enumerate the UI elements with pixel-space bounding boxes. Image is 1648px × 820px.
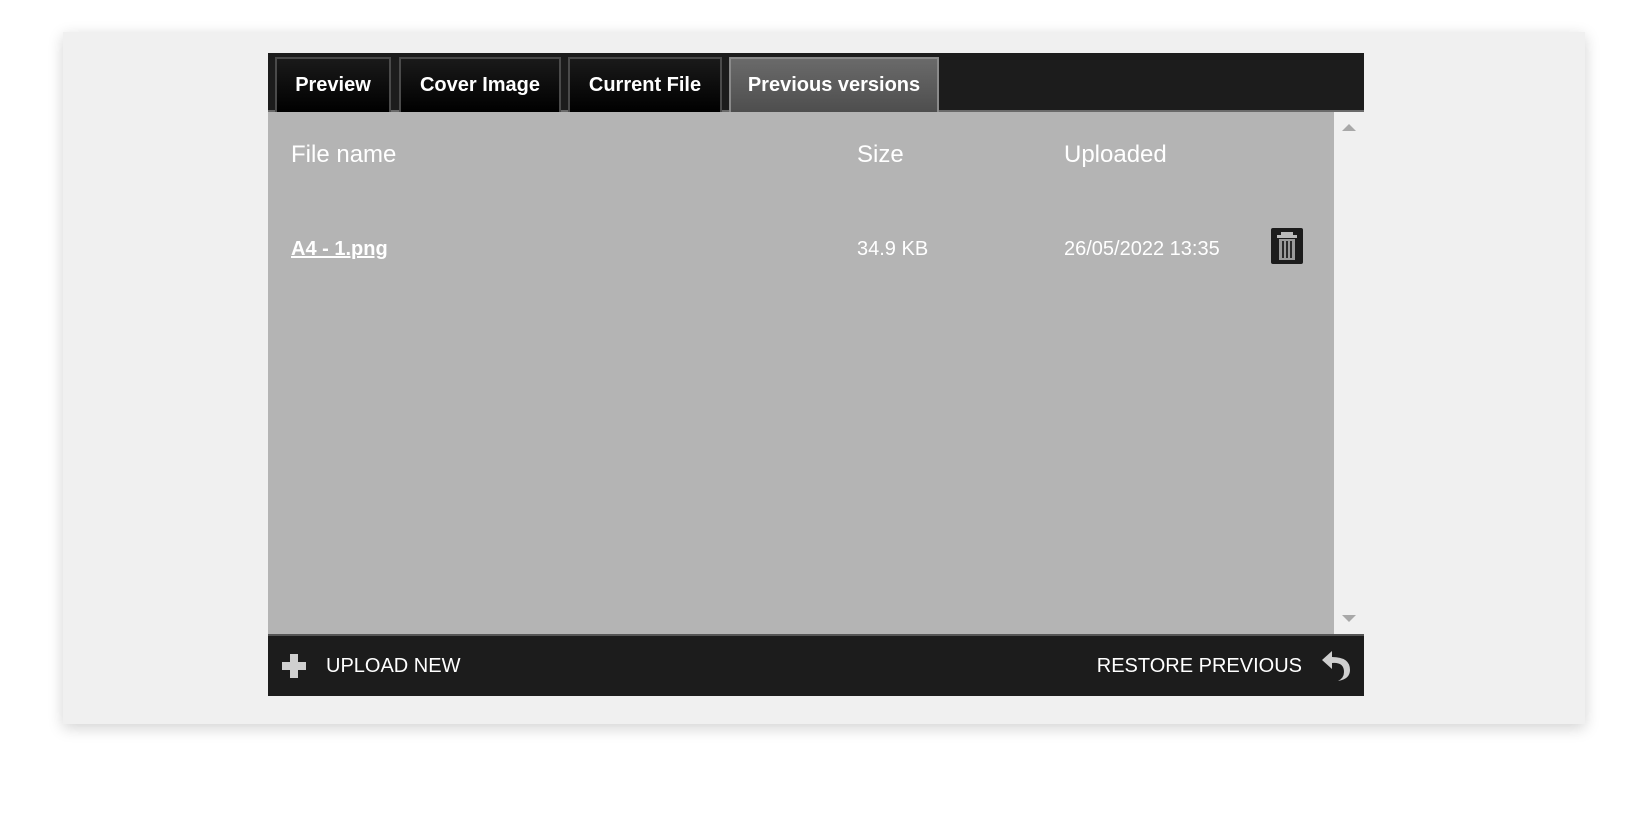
scroll-down-arrow-icon[interactable] <box>1342 615 1356 622</box>
upload-new-button[interactable]: UPLOAD NEW <box>280 636 460 696</box>
tab-previous-versions[interactable]: Previous versions <box>729 57 939 112</box>
column-header-size: Size <box>857 141 904 168</box>
versions-table: File name Size Uploaded A4 - 1.png 34.9 … <box>268 112 1334 634</box>
upload-new-label: UPLOAD NEW <box>326 654 461 677</box>
upload-date: 26/05/2022 13:35 <box>1064 238 1220 260</box>
tab-cover-image[interactable]: Cover Image <box>399 57 561 112</box>
tab-current-file[interactable]: Current File <box>568 57 722 112</box>
undo-arrow-icon <box>1320 648 1352 684</box>
scroll-up-arrow-icon[interactable] <box>1342 124 1356 131</box>
restore-previous-label: RESTORE PREVIOUS <box>1096 654 1302 677</box>
trash-icon[interactable] <box>1271 228 1303 264</box>
file-versions-widget: Preview Cover Image Current File Previou… <box>268 53 1364 696</box>
footer-bar: UPLOAD NEW RESTORE PREVIOUS <box>268 634 1364 696</box>
column-header-uploaded: Uploaded <box>1064 141 1167 168</box>
tab-bar: Preview Cover Image Current File Previou… <box>268 53 1364 112</box>
plus-icon <box>280 652 308 680</box>
column-header-file-name: File name <box>291 141 397 168</box>
panel-card: Preview Cover Image Current File Previou… <box>63 32 1585 724</box>
tab-preview[interactable]: Preview <box>275 57 391 112</box>
file-name-link[interactable]: A4 - 1.png <box>291 238 388 261</box>
restore-previous-button[interactable]: RESTORE PREVIOUS <box>1097 636 1352 696</box>
vertical-scrollbar[interactable] <box>1334 112 1364 634</box>
file-size: 34.9 KB <box>857 238 929 260</box>
